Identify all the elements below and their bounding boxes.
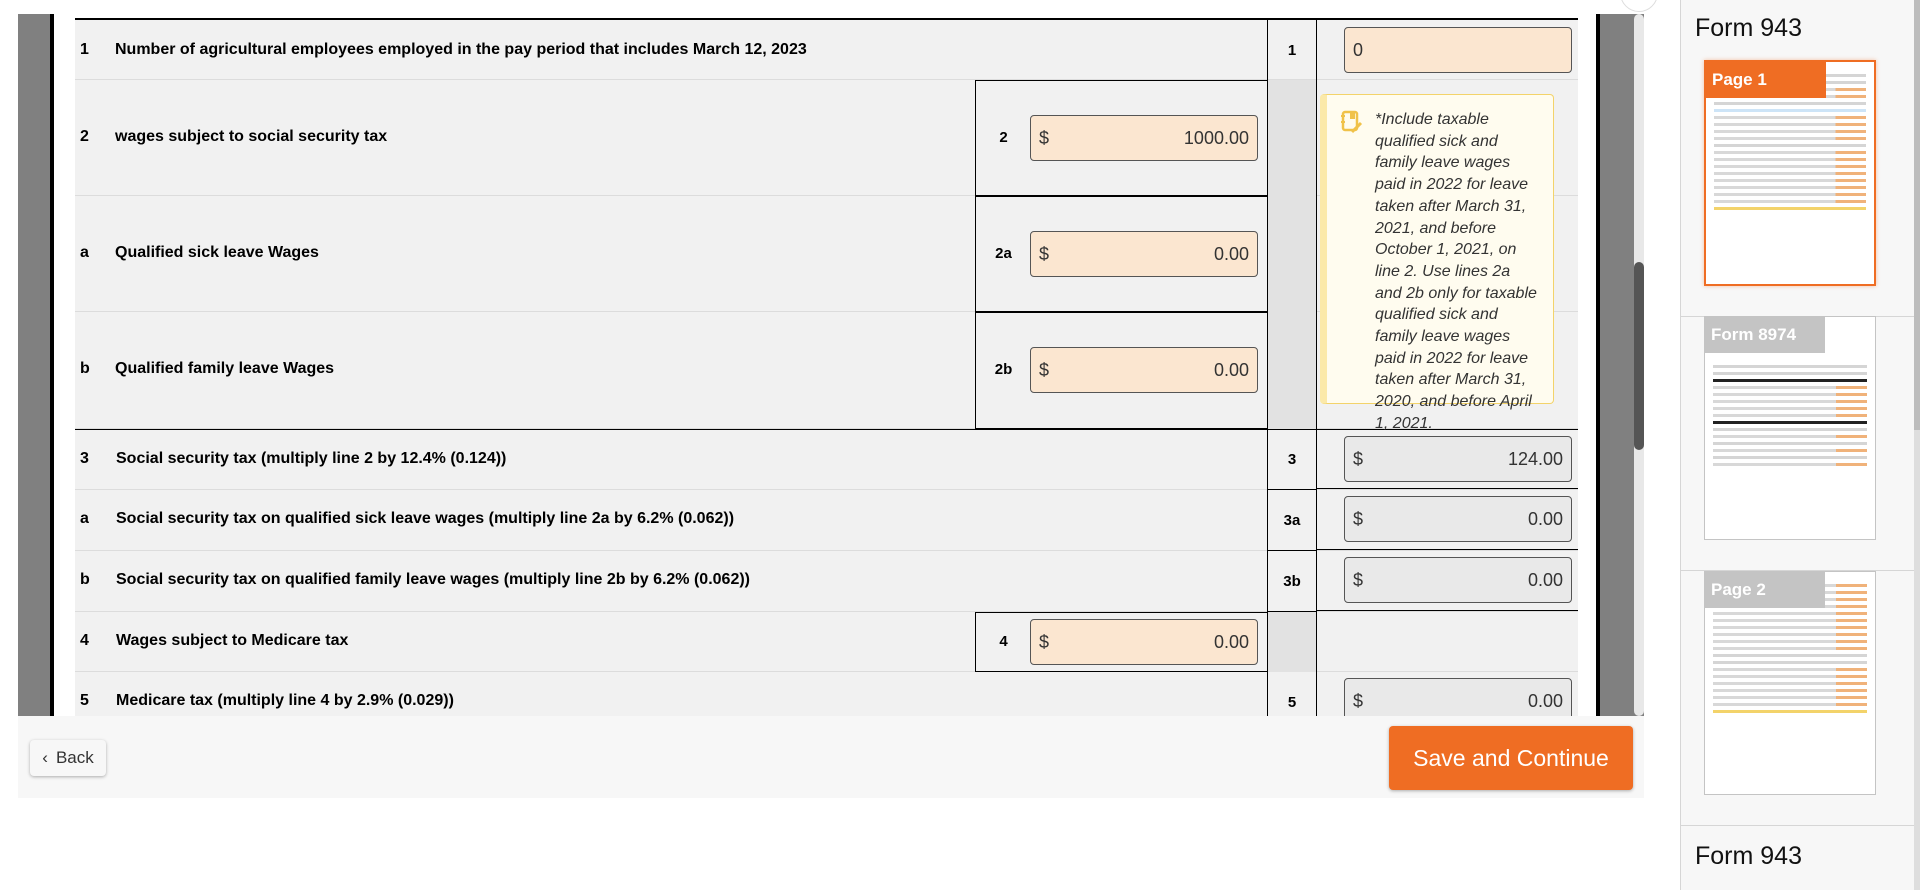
line-description: Wages subject to Medicare tax xyxy=(116,632,349,649)
line-description: wages subject to social security tax xyxy=(115,128,388,145)
form-workspace: ✕ 1 Number of agricultural employees emp… xyxy=(18,0,1658,798)
line-description: Social security tax on qualified sick le… xyxy=(116,510,735,527)
info-note-text: *Include taxable qualified sick and fami… xyxy=(1375,111,1537,432)
line-2b-entry-box: 2b $ 0.00 xyxy=(975,312,1268,429)
line-box xyxy=(1267,612,1317,672)
line-description: Social security tax (multiply line 2 by … xyxy=(116,450,507,467)
close-button[interactable]: ✕ xyxy=(1620,0,1658,12)
viewer-left-gutter xyxy=(18,14,54,716)
thumbnail-label: Form 8974 xyxy=(1705,317,1825,353)
thumbnail-page-2[interactable]: Page 2 xyxy=(1704,571,1876,795)
back-button[interactable]: ‹ Back xyxy=(30,740,106,776)
sidebar-section-title: Form 943 xyxy=(1695,842,1802,870)
line-2-entry-box: 2 $ 1000.00 xyxy=(975,80,1268,196)
line-4-entry-box: 4 $ 0.00 xyxy=(975,612,1268,672)
line-box: 3a xyxy=(1267,490,1317,551)
line-box xyxy=(1267,80,1317,196)
line-label: 4 xyxy=(999,633,1008,650)
page-preview xyxy=(1714,70,1866,276)
viewer-scrollbar[interactable] xyxy=(1634,14,1644,716)
form-viewer: 1 Number of agricultural employees emplo… xyxy=(18,14,1644,716)
qualified-sick-leave-wages-input[interactable]: $ 0.00 xyxy=(1030,231,1258,277)
thumbnail-form-8974[interactable]: Form 8974 xyxy=(1704,316,1876,540)
qualified-family-leave-wages-input[interactable]: $ 0.00 xyxy=(1030,347,1258,393)
line-label: 2b xyxy=(994,361,1013,378)
line-number: b xyxy=(80,571,90,588)
line-number: 3 xyxy=(80,450,89,467)
line-box: 5 xyxy=(1267,672,1317,716)
form-row-line-1: 1 Number of agricultural employees emplo… xyxy=(75,18,1578,80)
line-number: a xyxy=(80,244,89,261)
line-number: 2 xyxy=(80,128,89,145)
line-description: Number of agricultural employees employe… xyxy=(115,41,807,58)
line-description: Medicare tax (multiply line 4 by 2.9% (0… xyxy=(116,692,454,709)
agricultural-employees-input[interactable]: 0 xyxy=(1344,27,1572,73)
line-2a-entry-box: 2a $ 0.00 xyxy=(975,196,1268,312)
form-row-line-3: 3 Social security tax (multiply line 2 b… xyxy=(75,429,1578,490)
line-description: Qualified sick leave Wages xyxy=(115,244,319,261)
chevron-left-icon: ‹ xyxy=(42,748,48,767)
sidebar-scrollbar[interactable] xyxy=(1914,0,1920,890)
page-preview xyxy=(1713,325,1867,531)
ss-tax-sick-leave-output: $ 0.00 xyxy=(1344,496,1572,542)
line-description: Social security tax on qualified family … xyxy=(116,571,750,588)
line-number: 5 xyxy=(80,692,89,709)
ss-tax-family-leave-output: $ 0.00 xyxy=(1344,557,1572,603)
form-row-line-3a: a Social security tax on qualified sick … xyxy=(75,490,1578,551)
viewer-scrollbar-thumb[interactable] xyxy=(1634,262,1644,450)
line-label: 2 xyxy=(999,129,1008,146)
info-note: *Include taxable qualified sick and fami… xyxy=(1320,94,1554,432)
thumbnail-page-1[interactable]: Page 1 xyxy=(1704,60,1876,286)
form-row-line-4: 4 Wages subject to Medicare tax 4 $ 0.00 xyxy=(75,612,1578,672)
line-number: 1 xyxy=(80,41,89,58)
line-label: 2a xyxy=(995,245,1012,262)
line-box: 3 xyxy=(1267,430,1317,490)
wages-medicare-input[interactable]: $ 0.00 xyxy=(1030,619,1258,665)
page-preview xyxy=(1713,580,1867,786)
notebook-pencil-icon xyxy=(1341,110,1363,134)
sidebar-scrollbar-thumb[interactable] xyxy=(1914,0,1920,430)
line-box xyxy=(1267,196,1317,312)
line-number: b xyxy=(80,360,90,377)
form-pages-sidebar: Form 943 Page 1 Form 8974 Page 2 Form 94… xyxy=(1680,0,1920,890)
sidebar-section-title: Form 943 xyxy=(1695,14,1802,42)
medicare-tax-output: $ 0.00 xyxy=(1344,678,1572,716)
form-row-line-5: 5 Medicare tax (multiply line 4 by 2.9% … xyxy=(75,672,1578,716)
save-and-continue-button[interactable]: Save and Continue xyxy=(1389,726,1633,790)
thumbnail-label: Page 1 xyxy=(1706,62,1826,98)
line-box xyxy=(1267,312,1317,429)
line-box: 1 xyxy=(1267,20,1317,80)
close-icon: ✕ xyxy=(1633,0,1645,5)
line-description: Qualified family leave Wages xyxy=(115,360,335,377)
social-security-tax-output: $ 124.00 xyxy=(1344,436,1572,482)
line-number: a xyxy=(80,510,89,527)
divider xyxy=(1681,825,1920,826)
line-number: 4 xyxy=(80,632,89,649)
form-row-line-3b: b Social security tax on qualified famil… xyxy=(75,551,1578,612)
line-box: 3b xyxy=(1267,551,1317,612)
wages-social-security-input[interactable]: $ 1000.00 xyxy=(1030,115,1258,161)
thumbnail-label: Page 2 xyxy=(1705,572,1825,608)
footer-bar: ‹ Back Save and Continue xyxy=(18,716,1644,798)
